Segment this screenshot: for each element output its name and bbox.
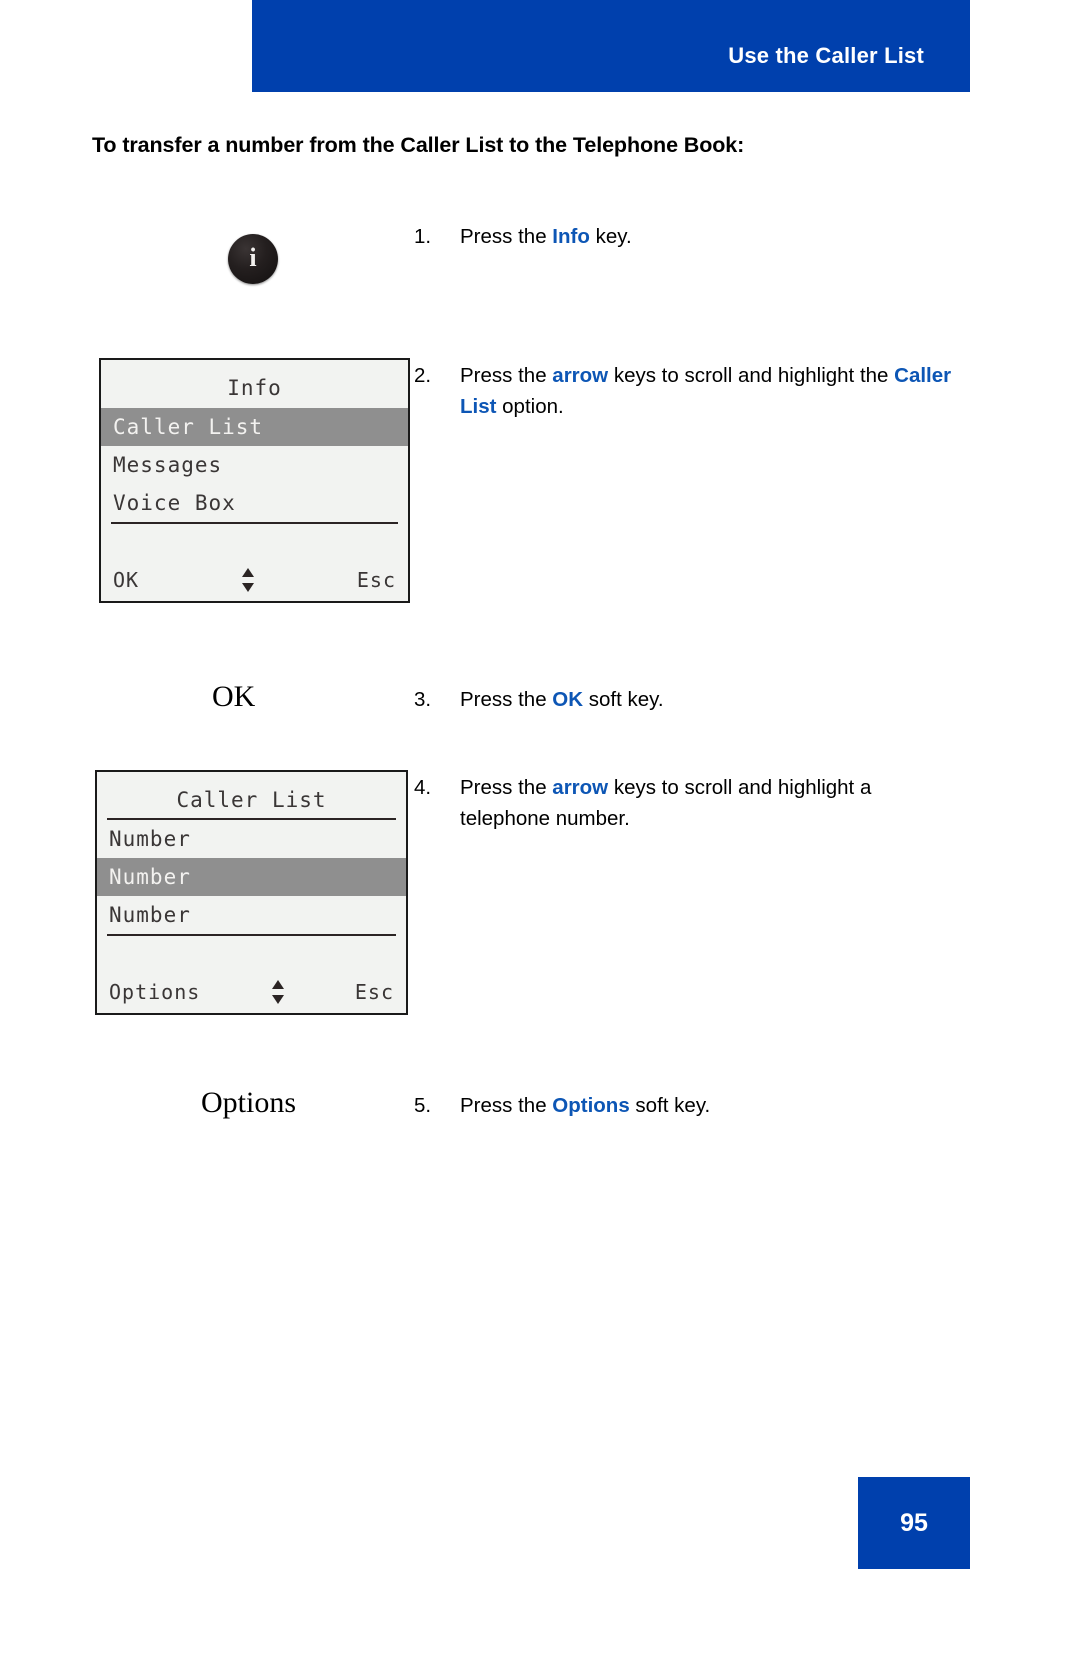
lcd-2-softkey-bar: Options Esc [97,979,406,1005]
lcd-1-row-voice-box[interactable]: Voice Box [101,484,408,522]
arrow-down-icon [271,995,284,1004]
step-1-text-after: key. [589,225,632,248]
page-number-badge: 95 [858,1477,970,1569]
step-5: 5. Press the Options soft key. [414,1090,974,1121]
lcd-2-divider [107,934,396,936]
step-2-text-after: option. [496,395,564,418]
step-1-keyword: Info [552,225,590,248]
step-4-text-before: Press the [460,776,553,799]
step-4: 4. Press the arrow keys to scroll and hig… [414,772,974,834]
step-1: 1. Press the Info key. [414,221,974,252]
step-5-number: 5. [414,1094,432,1117]
step-3-keyword: OK [552,688,584,711]
step-2-number: 2. [414,364,432,387]
lcd-1-softkey-ok[interactable]: OK [113,568,139,592]
step-4-number: 4. [414,776,432,799]
softkey-caption-ok[interactable]: OK [212,680,255,714]
step-4-text: Press the arrow keys to scroll and highl… [460,772,960,834]
step-1-text: Press the Info key. [460,221,960,252]
step-3-text: Press the OK soft key. [460,684,960,715]
step-2: 2. Press the arrow keys to scroll and hig… [414,360,974,422]
lcd-1-row-caller-list[interactable]: Caller List [101,408,408,446]
step-2-text-before: Press the [460,364,553,387]
lcd-2-title: Caller List [176,788,327,812]
step-3-text-after: soft key. [583,688,664,711]
step-2-text-mid: keys to scroll and highlight the [608,364,895,387]
header-banner: Use the Caller List [252,0,970,92]
lcd-1-scroll-indicator [139,567,357,593]
step-3: 3. Press the OK soft key. [414,684,974,715]
arrow-up-icon [271,980,284,989]
lcd-screen-info: Info Caller List Messages Voice Box OK E… [99,358,410,603]
up-down-arrows-icon [271,980,285,1004]
lcd-1-row-messages[interactable]: Messages [101,446,408,484]
arrow-up-icon [241,568,254,577]
step-5-text-after: soft key. [629,1094,711,1117]
info-key[interactable]: i [228,234,278,284]
section-heading: To transfer a number from the Caller Lis… [92,133,745,157]
lcd-1-title: Info [227,376,282,400]
step-3-text-before: Press the [460,688,553,711]
lcd-2-row-number-2[interactable]: Number [97,858,406,896]
softkey-caption-options[interactable]: Options [201,1086,296,1120]
step-1-text-before: Press the [460,225,553,248]
step-2-text: Press the arrow keys to scroll and highl… [460,360,960,422]
lcd-1-softkey-bar: OK Esc [101,567,408,593]
arrow-down-icon [241,583,254,592]
lcd-2-row-number-1[interactable]: Number [97,820,406,858]
step-5-keyword: Options [552,1094,630,1117]
info-icon: i [249,243,257,272]
lcd-2-softkey-options[interactable]: Options [109,980,200,1004]
step-3-number: 3. [414,688,432,711]
lcd-1-divider [111,522,398,524]
lcd-1-softkey-esc[interactable]: Esc [357,568,396,592]
step-1-number: 1. [414,225,432,248]
step-5-text-before: Press the [460,1094,553,1117]
lcd-2-softkey-esc[interactable]: Esc [355,980,394,1004]
step-5-text: Press the Options soft key. [460,1090,960,1121]
step-2-keyword: arrow [552,364,609,387]
lcd-2-row-number-3[interactable]: Number [97,896,406,934]
step-4-keyword: arrow [552,776,609,799]
lcd-2-scroll-indicator [200,979,355,1005]
up-down-arrows-icon [241,568,255,592]
page-title: Use the Caller List [728,43,924,68]
lcd-screen-caller-list: Caller List Number Number Number Options… [95,770,408,1015]
page-number: 95 [900,1508,928,1537]
